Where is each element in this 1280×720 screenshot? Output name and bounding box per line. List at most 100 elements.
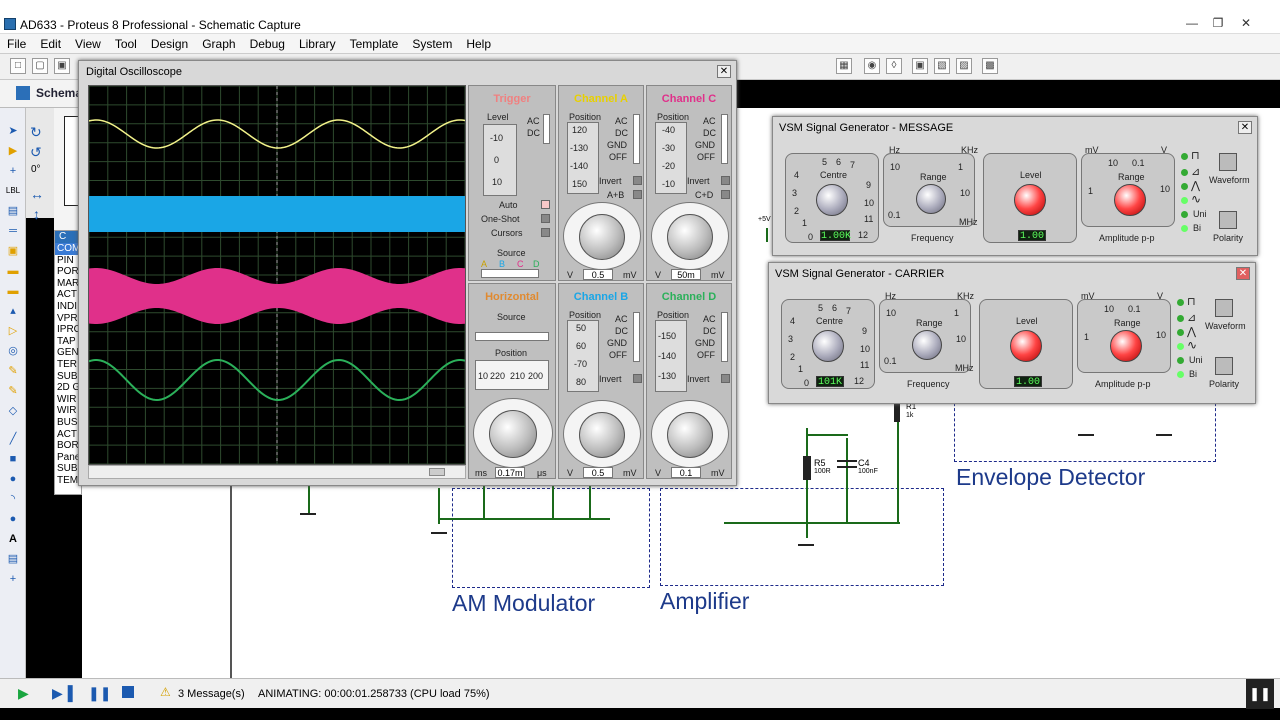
generator-icon[interactable]: ◎ [5,344,21,358]
rotate-ccw-icon[interactable]: ↺ [30,144,42,161]
channel-c-invert-checkbox[interactable] [721,176,730,185]
menu-library[interactable]: Library [292,34,343,54]
horizontal-position-slider[interactable]: 10 220 210 200 [475,360,549,390]
channel-c-coupling-switch[interactable] [721,114,728,164]
menu-help[interactable]: Help [459,34,498,54]
junction-icon[interactable]: + [5,164,21,178]
level-knob[interactable] [1010,330,1042,362]
trigger-source-slider[interactable] [481,269,539,278]
bus-icon[interactable]: ═ [5,224,21,238]
channel-d-invert-checkbox[interactable] [721,374,730,383]
tool-icon[interactable]: ▩ [982,58,998,74]
sawtooth-wave-icon[interactable]: ⊿ [1191,165,1200,178]
generator-close-icon[interactable]: ✕ [1238,121,1252,134]
menu-system[interactable]: System [405,34,459,54]
square-wave-icon[interactable]: ⊓ [1187,295,1196,308]
pause-overlay-icon[interactable]: ❚❚ [1246,679,1274,709]
channel-a-volts-knob[interactable] [579,214,625,260]
tape-icon[interactable]: ▷ [5,324,21,338]
frequency-range-knob[interactable] [912,330,942,360]
menu-file[interactable]: File [0,34,33,54]
polarity-button[interactable] [1219,211,1237,229]
channel-b-position-slider[interactable]: 50 60 -70 80 [567,320,599,392]
waveform-button[interactable] [1215,299,1233,317]
tool-icon[interactable]: ▧ [934,58,950,74]
select-arrow-icon[interactable]: ➤ [5,124,21,138]
triangle-wave-icon[interactable]: ⋀ [1187,325,1196,338]
sine-wave-icon[interactable]: ∿ [1187,338,1197,352]
trigger-auto-checkbox[interactable] [541,200,550,209]
symbol-icon[interactable]: ▤ [5,552,21,566]
tool-icon[interactable]: ◊ [886,58,902,74]
subcircuit-icon[interactable]: ▣ [5,244,21,258]
messages-count[interactable]: 3 Message(s) [178,688,245,700]
frequency-range-knob[interactable] [916,184,946,214]
channel-a-coupling-switch[interactable] [633,114,640,164]
pause-icon[interactable]: ❚❚ [88,685,111,702]
line-icon[interactable]: ╱ [5,432,21,446]
label-icon[interactable]: LBL [5,184,21,198]
save-icon[interactable]: ▣ [54,58,70,74]
amplitude-range-knob[interactable] [1114,184,1146,216]
channel-d-volts-knob[interactable] [667,412,713,458]
scrollbar-thumb[interactable] [429,468,445,476]
waveform-button[interactable] [1219,153,1237,171]
box-icon[interactable]: ■ [5,452,21,466]
circle-icon[interactable]: ● [5,472,21,486]
menu-graph[interactable]: Graph [195,34,242,54]
channel-a-position-slider[interactable]: 120 -130 -140 150 [567,122,599,194]
trigger-cursors-checkbox[interactable] [541,228,550,237]
channel-c-volts-knob[interactable] [667,214,713,260]
menu-tool[interactable]: Tool [108,34,144,54]
level-knob[interactable] [1014,184,1046,216]
close-icon[interactable]: ✕ [1236,15,1256,31]
oscilloscope-window[interactable]: Digital Oscilloscope ✕ Trigger Level -10… [78,60,737,486]
tab-schematic[interactable]: Schema [36,86,82,100]
open-folder-icon[interactable]: ▢ [32,58,48,74]
component-icon[interactable]: ▶ [5,144,21,158]
minimize-icon[interactable]: — [1182,15,1202,31]
menu-view[interactable]: View [68,34,108,54]
tool-icon[interactable]: ▦ [836,58,852,74]
menu-debug[interactable]: Debug [243,34,292,54]
centre-knob[interactable] [812,330,844,362]
channel-c-sum-checkbox[interactable] [721,190,730,199]
graph-icon[interactable]: ▴ [5,304,21,318]
probe-icon[interactable]: ✎ [5,364,21,378]
stop-icon[interactable] [122,686,134,698]
rotation-angle[interactable]: 0° [31,164,41,175]
maximize-icon[interactable]: ❐ [1208,15,1228,31]
new-file-icon[interactable]: □ [10,58,26,74]
channel-a-sum-checkbox[interactable] [633,190,642,199]
menu-edit[interactable]: Edit [33,34,68,54]
tool-icon[interactable]: ▨ [956,58,972,74]
rotate-cw-icon[interactable]: ↻ [30,124,42,141]
step-icon[interactable]: ▶▐ [52,685,73,702]
horizontal-source-slider[interactable] [475,332,549,341]
text-script-icon[interactable]: ▤ [5,204,21,218]
oscilloscope-close-icon[interactable]: ✕ [717,65,731,78]
play-icon[interactable]: ▶ [18,685,29,702]
marker-icon[interactable]: + [5,572,21,586]
text-icon[interactable]: A [5,532,21,546]
generator-close-icon[interactable]: ✕ [1236,267,1250,280]
resistor-r1[interactable] [894,404,900,422]
tool-icon[interactable]: ▣ [912,58,928,74]
trigger-level-slider[interactable]: -10 0 10 [483,124,517,196]
mirror-vertical-icon[interactable]: ↕ [33,206,40,222]
virtual-instrument-icon[interactable]: ◇ [5,404,21,418]
binoculars-icon[interactable]: ◉ [864,58,880,74]
terminal-icon[interactable]: ▬ [5,264,21,278]
pin-icon[interactable]: ▬ [5,284,21,298]
channel-c-position-slider[interactable]: -40 -30 -20 -10 [655,122,687,194]
sawtooth-wave-icon[interactable]: ⊿ [1187,311,1196,324]
signal-generator-carrier-window[interactable]: VSM Signal Generator - CARRIER ✕ Centre … [768,262,1256,404]
current-probe-icon[interactable]: ✎ [5,384,21,398]
horizontal-timebase-knob[interactable] [489,410,537,458]
polarity-button[interactable] [1215,357,1233,375]
channel-d-coupling-switch[interactable] [721,312,728,362]
capacitor-c4-plate[interactable] [837,460,857,462]
trigger-oneshot-checkbox[interactable] [541,214,550,223]
trigger-coupling-switch[interactable] [543,114,550,144]
path-icon[interactable]: ● [5,512,21,526]
